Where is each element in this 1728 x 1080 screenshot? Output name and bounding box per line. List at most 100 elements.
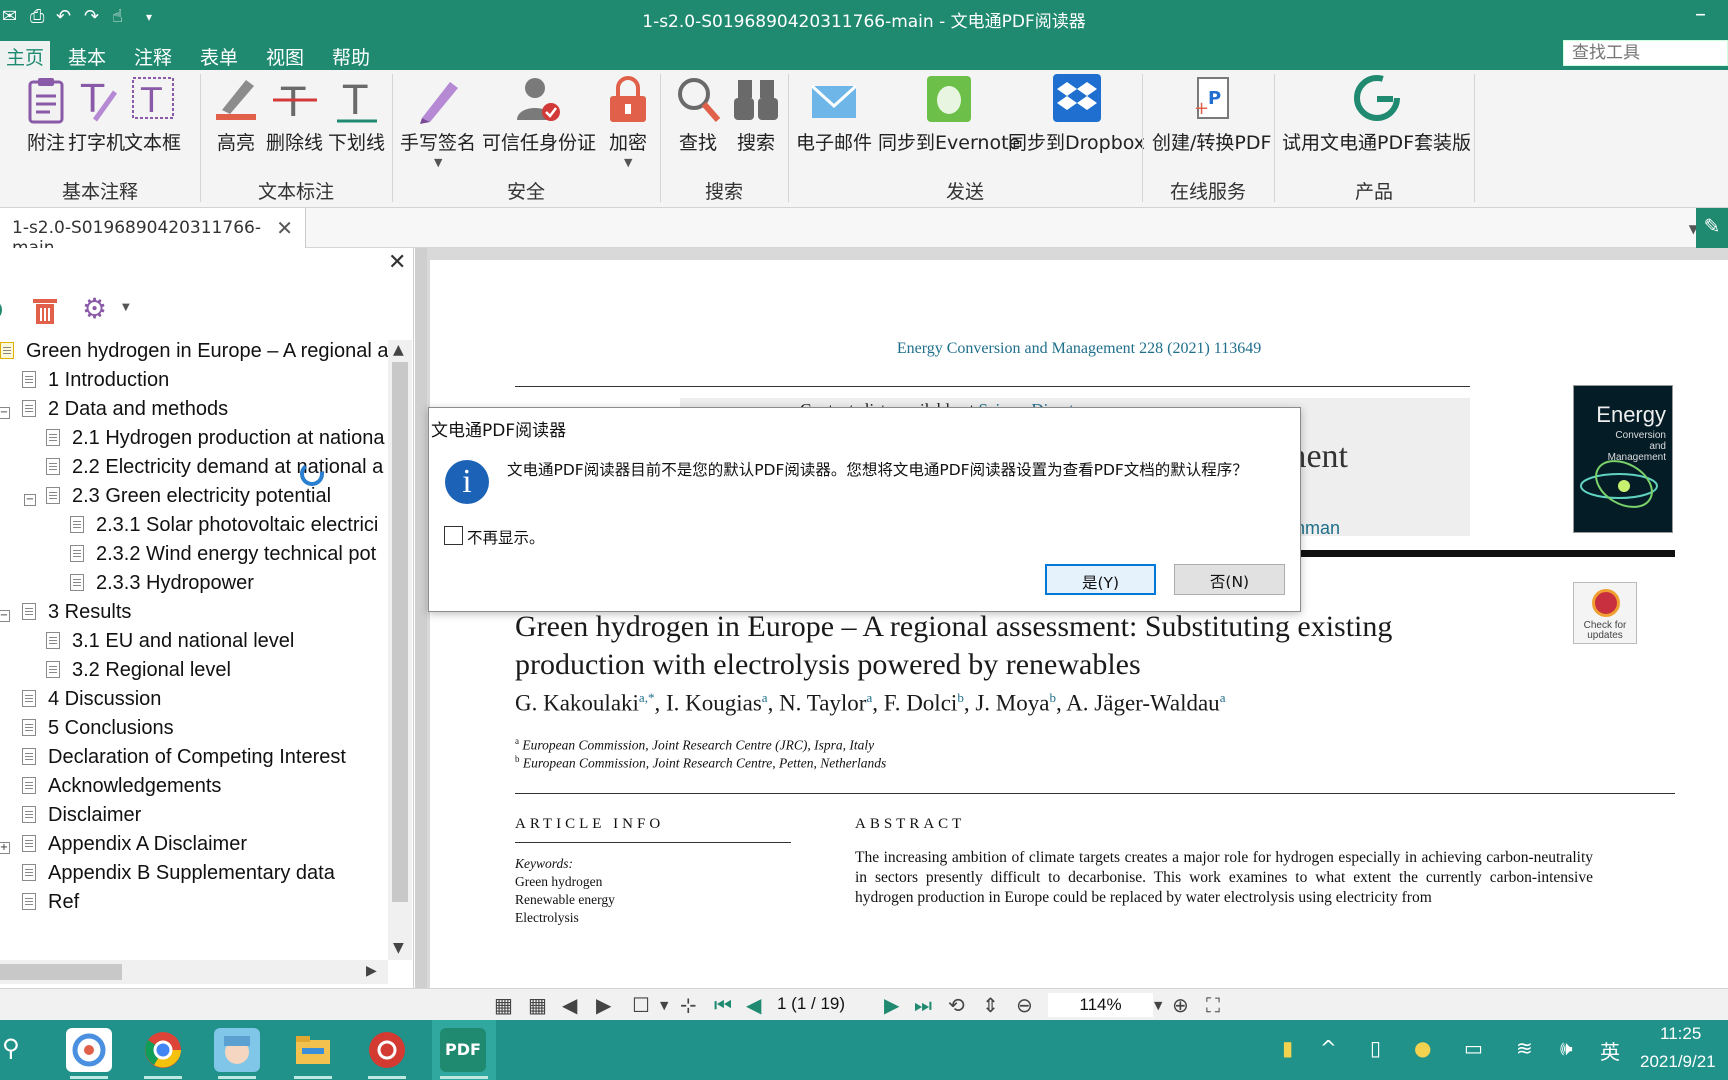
collapse-icon[interactable]: − [0, 407, 10, 419]
dont-show-label[interactable]: 不再显示。 [467, 526, 545, 548]
ime-indicator[interactable]: 英 [1600, 1036, 1620, 1065]
usb-icon[interactable]: ▮ [1282, 1036, 1293, 1060]
menu-view[interactable]: 视图 [260, 41, 310, 70]
email-button[interactable]: 电子邮件 [796, 74, 872, 155]
bookmark-item[interactable]: 4 Discussion [22, 688, 161, 720]
snapshot-icon[interactable]: ⊹ [680, 993, 697, 1017]
bookmark-item[interactable]: Appendix A Disclaimer [22, 833, 247, 865]
panel-splitter[interactable] [415, 248, 427, 988]
show-hidden-icons[interactable]: ^ [1320, 1036, 1337, 1060]
bookmark-vertical-scrollbar[interactable]: ▲ ▼ [388, 340, 412, 960]
bookmark-item[interactable]: 2.1 Hydrogen production at nationa [46, 427, 384, 459]
wifi-icon[interactable]: ≋ [1516, 1036, 1533, 1060]
tool-search-input[interactable] [1563, 40, 1728, 66]
chrome-icon[interactable] [140, 1028, 186, 1072]
highlight-button[interactable]: 高亮 [212, 74, 260, 155]
author-affil[interactable]: b [1049, 690, 1056, 705]
fit-height-icon[interactable]: ⇕ [982, 993, 999, 1017]
bookmark-item[interactable]: 3.1 EU and national level [46, 630, 294, 662]
bookmark-item[interactable]: 2.2 Electricity demand at national a [46, 456, 383, 488]
fullscreen-icon[interactable]: ⛶ [1206, 993, 1220, 1017]
trash-icon[interactable] [32, 296, 58, 326]
previous-page-icon[interactable]: ◀ [746, 993, 761, 1017]
battery-icon[interactable]: ▭ [1464, 1036, 1483, 1060]
close-panel-icon[interactable]: ✕ [388, 250, 406, 275]
first-page-icon[interactable]: ⏮ [714, 993, 732, 1017]
bookmark-item[interactable]: Declaration of Competing Interest [22, 746, 346, 778]
create-convert-button[interactable]: P + 创建/转换PDF [1152, 74, 1271, 155]
scroll-thumb[interactable] [0, 964, 122, 980]
clock-date[interactable]: 2021/9/21 [1640, 1052, 1716, 1072]
signature-button[interactable]: 手写签名 [400, 74, 476, 155]
menu-annotate[interactable]: 注释 [128, 41, 178, 70]
bookmark-item[interactable]: 3 Results [22, 601, 131, 633]
dropbox-button[interactable]: 同步到Dropbox [1008, 74, 1145, 155]
author-affil[interactable]: a,* [639, 690, 655, 705]
note-button[interactable]: 附注 [22, 74, 70, 155]
document-viewer[interactable]: Energy Conversion and Management 228 (20… [427, 248, 1728, 988]
trial-button[interactable]: 试用文电通PDF套装版 [1282, 74, 1471, 155]
menu-home[interactable]: 主页 [0, 41, 51, 70]
gear-icon[interactable]: ⚙ [82, 292, 107, 325]
yes-button[interactable]: 是(Y) [1045, 564, 1156, 595]
bookmark-item[interactable]: 2.3.2 Wind energy technical pot [70, 543, 376, 575]
edit-mode-icon[interactable]: ✎ [1696, 208, 1728, 248]
bookmark-item[interactable]: 3.2 Regional level [46, 659, 231, 691]
encrypt-dropdown-icon[interactable]: ▼ [624, 156, 632, 169]
previous-view-icon[interactable]: ◀ [562, 993, 577, 1017]
bookmark-item[interactable]: 2.3.3 Hydropower [70, 572, 254, 604]
bookmark-item[interactable]: Appendix B Supplementary data [22, 862, 335, 894]
bookmark-item[interactable]: 5 Conclusions [22, 717, 174, 749]
strikeout-button[interactable]: T 删除线 [266, 74, 323, 155]
pdf-reader-app-icon[interactable]: PDF [440, 1028, 486, 1072]
bookmark-item[interactable]: Ref [22, 891, 79, 923]
signature-dropdown-icon[interactable]: ▼ [434, 156, 442, 169]
add-bookmark-icon[interactable] [0, 298, 6, 322]
menu-help[interactable]: 帮助 [326, 41, 376, 70]
author-affil[interactable]: b [957, 690, 964, 705]
zoom-in-icon[interactable]: ⊕ [1172, 993, 1189, 1017]
author-affil[interactable]: a [866, 690, 872, 705]
bookmark-horizontal-scrollbar[interactable]: ▶ [0, 960, 388, 984]
collapse-icon[interactable]: − [0, 610, 10, 622]
next-view-icon[interactable]: ▶ [596, 993, 611, 1017]
wechat-icon[interactable]: ● [1414, 1036, 1431, 1060]
volume-icon[interactable]: 🕪 [1560, 1036, 1573, 1060]
rotate-icon[interactable]: ⟲ [948, 993, 965, 1017]
zoom-out-icon[interactable]: ⊖ [1016, 993, 1033, 1017]
next-page-icon[interactable]: ▶ [884, 993, 899, 1017]
select-dropdown-icon[interactable]: ▼ [660, 999, 668, 1012]
expand-icon[interactable]: + [0, 842, 10, 854]
last-page-icon[interactable]: ⏭ [914, 993, 932, 1017]
find-button[interactable]: 查找 [674, 74, 722, 155]
search-button[interactable]: 搜索 [732, 74, 780, 155]
clock-time[interactable]: 11:25 [1660, 1024, 1701, 1044]
bookmark-item[interactable]: 2.3.1 Solar photovoltaic electrici [70, 514, 378, 546]
typewriter-button[interactable]: T 打字机 [68, 74, 125, 155]
textbox-button[interactable]: T 文本框 [124, 74, 181, 155]
menu-basic[interactable]: 基本 [62, 41, 112, 70]
evernote-button[interactable]: 同步到Evernote [878, 74, 1020, 155]
encrypt-button[interactable]: 加密 [604, 74, 652, 155]
document-tab[interactable]: 1-s2.0-S0196890420311766-main ✕ [0, 208, 306, 258]
scroll-thumb[interactable] [392, 362, 408, 902]
close-tab-icon[interactable]: ✕ [276, 216, 293, 240]
netease-music-icon[interactable] [364, 1028, 410, 1072]
bookmark-item[interactable]: 1 Introduction [22, 369, 169, 401]
author-affil[interactable]: a [762, 690, 768, 705]
scroll-right-icon[interactable]: ▶ [366, 963, 377, 979]
phone-icon[interactable]: ▯ [1370, 1036, 1381, 1060]
zoom-dropdown-icon[interactable]: ▼ [1154, 999, 1162, 1012]
bookmark-item[interactable]: 2 Data and methods [22, 398, 228, 430]
menu-forms[interactable]: 表单 [194, 41, 244, 70]
dont-show-checkbox[interactable] [444, 526, 463, 545]
file-explorer-icon[interactable] [290, 1028, 336, 1072]
trusted-id-button[interactable]: 可信任身份证 [482, 74, 596, 155]
zoom-level-field[interactable]: 114% [1048, 993, 1153, 1017]
bookmark-item[interactable]: Disclaimer [22, 804, 141, 836]
no-button[interactable]: 否(N) [1174, 564, 1285, 595]
minimize-button[interactable]: – [1695, 2, 1706, 27]
select-area-icon[interactable]: ☐ [632, 993, 650, 1017]
search-icon[interactable]: ⚲ [2, 1034, 20, 1062]
gear-dropdown-icon[interactable]: ▼ [122, 302, 130, 313]
